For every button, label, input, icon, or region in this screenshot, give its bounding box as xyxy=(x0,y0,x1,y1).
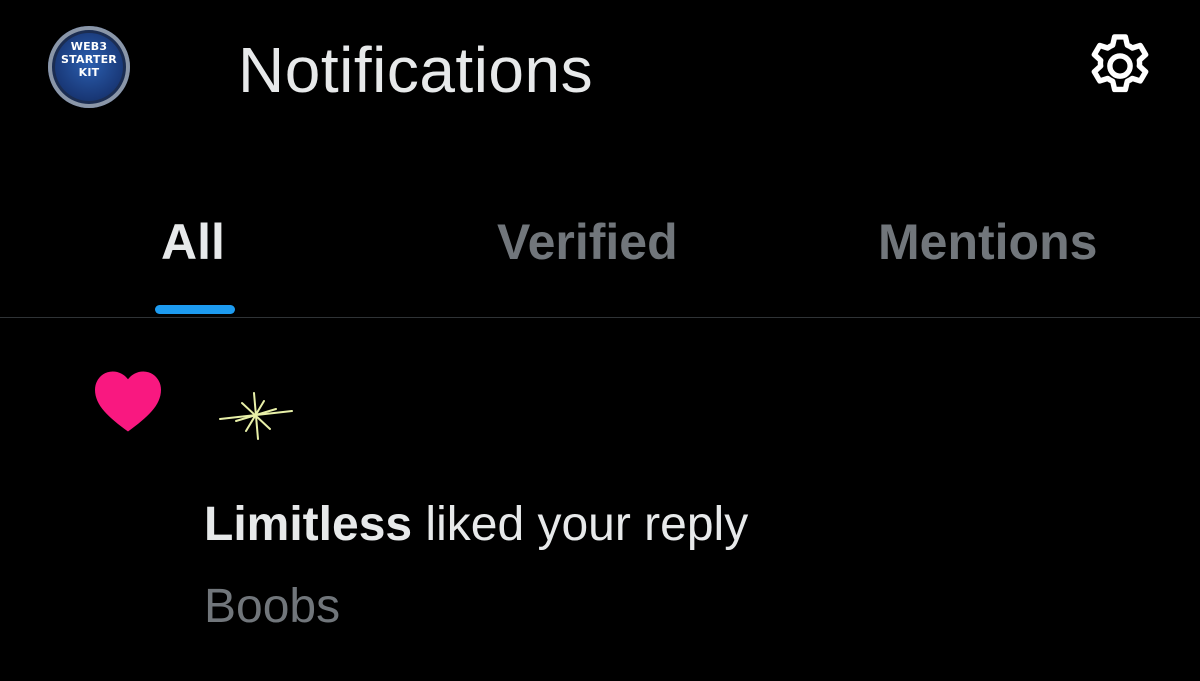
notification-tabs: All Verified Mentions xyxy=(0,190,1200,318)
notification-action: liked your reply xyxy=(412,498,749,551)
top-header: WEB3 STARTER KIT Notifications xyxy=(0,0,1200,150)
notification-item[interactable]: Limitless liked your reply Boobs xyxy=(0,319,1200,681)
avatar-logo-text: WEB3 STARTER KIT xyxy=(61,40,117,79)
active-tab-indicator xyxy=(155,305,235,314)
profile-avatar[interactable]: WEB3 STARTER KIT xyxy=(48,26,130,108)
gear-icon xyxy=(1091,34,1149,93)
page-title: Notifications xyxy=(238,34,594,106)
reply-preview: Boobs xyxy=(204,580,341,633)
settings-button[interactable] xyxy=(1082,29,1158,105)
tab-all[interactable]: All xyxy=(161,210,225,274)
tab-verified[interactable]: Verified xyxy=(497,210,678,274)
notification-text: Limitless liked your reply xyxy=(204,495,748,555)
actor-name[interactable]: Limitless xyxy=(204,498,412,551)
liker-avatar[interactable] xyxy=(214,381,296,441)
tab-mentions[interactable]: Mentions xyxy=(878,210,1097,274)
heart-icon xyxy=(95,371,161,432)
